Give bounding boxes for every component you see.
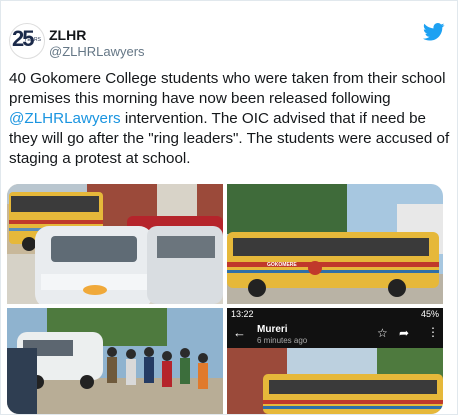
tweet-card: 25 YEARS ZLHR @ZLHRLawyers 40 Gokomere C… bbox=[0, 0, 458, 415]
photo-2[interactable]: GOKOMERE bbox=[227, 184, 443, 304]
share-icon: ➦ bbox=[399, 326, 410, 340]
photo-4[interactable]: 13:22 45% ← Mureri 6 minutes ago ☆ ➦ ⋮ bbox=[227, 308, 443, 414]
photo-1[interactable] bbox=[7, 184, 223, 304]
more-icon: ⋮ bbox=[427, 325, 439, 339]
mention-link[interactable]: @ZLHRLawyers bbox=[9, 110, 121, 127]
bus-lettering: GOKOMERE bbox=[267, 262, 297, 268]
phone-status-bar: 13:22 45% bbox=[227, 308, 443, 321]
avatar[interactable]: 25 YEARS bbox=[9, 23, 45, 59]
phone-app-bar: ← Mureri 6 minutes ago ☆ ➦ ⋮ bbox=[227, 321, 443, 348]
status-battery: 45% bbox=[420, 309, 439, 319]
twitter-bird-icon[interactable] bbox=[423, 23, 445, 41]
author-name[interactable]: ZLHR bbox=[49, 27, 86, 43]
star-icon: ☆ bbox=[377, 326, 388, 340]
back-arrow-icon: ← bbox=[233, 325, 246, 340]
author-handle[interactable]: @ZLHRLawyers bbox=[49, 44, 145, 59]
photo-3[interactable] bbox=[7, 308, 223, 414]
tweet-text: 40 Gokomere College students who were ta… bbox=[9, 69, 454, 169]
media-grid: GOKOMERE 13:22 45% ← Mureri 6 minutes ag… bbox=[7, 184, 443, 414]
app-title: Mureri bbox=[257, 324, 288, 335]
app-subtitle: 6 minutes ago bbox=[257, 336, 308, 345]
avatar-years-text: YEARS bbox=[24, 37, 41, 43]
status-time: 13:22 bbox=[231, 309, 254, 319]
tweet-text-part1: 40 Gokomere College students who were ta… bbox=[9, 70, 446, 107]
